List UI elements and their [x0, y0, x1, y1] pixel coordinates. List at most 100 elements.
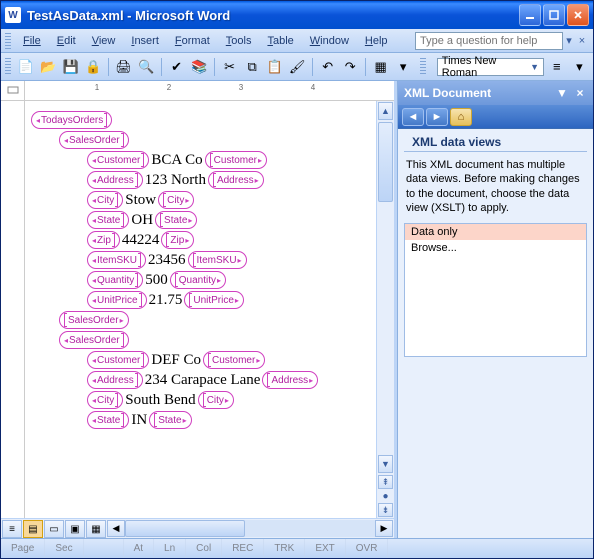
xml-tag-qty-close[interactable]: Quantity▸ [170, 271, 226, 289]
view-normal-icon[interactable]: ≡ [2, 520, 22, 538]
scroll-track[interactable] [378, 122, 393, 453]
spell-icon[interactable]: ✔ [167, 57, 187, 77]
new-doc-icon[interactable]: 📄 [16, 57, 36, 77]
view-web-icon[interactable]: ▤ [23, 520, 43, 538]
font-selector[interactable]: Times New Roman ▼ [437, 58, 544, 76]
xml-tag-price-close[interactable]: UnitPrice▸ [184, 291, 244, 309]
xml-tag-state-close[interactable]: State▸ [155, 211, 197, 229]
permission-icon[interactable]: 🔒 [83, 57, 103, 77]
minimize-button[interactable] [519, 4, 541, 26]
menu-tools[interactable]: Tools [218, 32, 260, 50]
menu-edit[interactable]: Edit [49, 32, 84, 50]
xml-tag-todaysorders[interactable]: ◂TodaysOrders [31, 111, 112, 129]
xml-tag-qty-open[interactable]: ◂Quantity [87, 271, 143, 289]
cut-icon[interactable]: ✂ [220, 57, 240, 77]
status-rec[interactable]: REC [222, 539, 264, 558]
toolbar-grip[interactable] [5, 58, 11, 76]
preview-icon[interactable]: 🔍 [136, 57, 156, 77]
xml-tag-address2-open[interactable]: ◂Address [87, 371, 143, 389]
xml-tag-address-open[interactable]: ◂Address [87, 171, 143, 189]
xml-tag-zip-open[interactable]: ◂Zip [87, 231, 120, 249]
xml-tag-sku-open[interactable]: ◂ItemSKU [87, 251, 146, 269]
xml-value-qty[interactable]: 500 [143, 272, 170, 289]
xml-tag-address-close[interactable]: Address▸ [208, 171, 264, 189]
nav-back-icon[interactable]: ◄ [402, 108, 424, 126]
help-search-input[interactable] [415, 32, 563, 50]
xml-value-address[interactable]: 123 North [143, 172, 208, 189]
xml-tag-state-open[interactable]: ◂State [87, 211, 129, 229]
xml-tag-customer-open[interactable]: ◂Customer [87, 151, 149, 169]
xml-tag-sku-close[interactable]: ItemSKU▸ [188, 251, 247, 269]
menu-format[interactable]: Format [167, 32, 218, 50]
xml-tag-price-open[interactable]: ◂UnitPrice [87, 291, 147, 309]
xml-tag-address2-close[interactable]: Address▸ [262, 371, 318, 389]
undo-icon[interactable]: ↶ [318, 57, 338, 77]
horizontal-scrollbar[interactable]: ◀ ▶ [107, 520, 393, 537]
xml-value-zip[interactable]: 44224 [120, 232, 162, 249]
data-view-option-browse[interactable]: Browse... [405, 240, 586, 256]
xml-tag-city-open[interactable]: ◂City [87, 191, 123, 209]
menu-table[interactable]: Table [259, 32, 301, 50]
menu-insert[interactable]: Insert [123, 32, 167, 50]
xml-value-city[interactable]: Stow [123, 192, 158, 209]
menu-view[interactable]: View [84, 32, 124, 50]
prev-page-icon[interactable]: ⇞ [378, 475, 393, 489]
xml-tag-salesorder-2[interactable]: ◂SalesOrder [59, 331, 129, 349]
maximize-button[interactable] [543, 4, 565, 26]
paste-icon[interactable]: 📋 [265, 57, 285, 77]
task-pane-close-icon[interactable]: × [573, 86, 587, 100]
menu-window[interactable]: Window [302, 32, 357, 50]
xml-value-state[interactable]: OH [129, 212, 155, 229]
xml-tag-salesorder[interactable]: ◂SalesOrder [59, 131, 129, 149]
status-trk[interactable]: TRK [264, 539, 305, 558]
scroll-up-icon[interactable]: ▲ [378, 102, 393, 120]
toolbar-grip-2[interactable] [420, 58, 426, 76]
print-icon[interactable]: 🖨 [114, 57, 134, 77]
open-icon[interactable]: 📂 [38, 57, 58, 77]
data-view-option-data-only[interactable]: Data only [405, 224, 586, 240]
vertical-scrollbar[interactable]: ▲ ▼ ⇞ ● ⇟ [376, 101, 394, 518]
scroll-right-icon[interactable]: ▶ [375, 520, 393, 537]
help-search-dropdown[interactable]: ▾ [563, 34, 575, 47]
xml-value-customer2[interactable]: DEF Co [149, 352, 203, 369]
hscroll-thumb[interactable] [125, 520, 245, 537]
data-view-list[interactable]: Data only Browse... [404, 223, 587, 357]
view-reading-icon[interactable]: ▦ [86, 520, 106, 538]
xml-tag-city2-open[interactable]: ◂City [87, 391, 123, 409]
xml-value-customer[interactable]: BCA Co [149, 152, 204, 169]
xml-tag-city2-close[interactable]: City▸ [198, 391, 234, 409]
nav-forward-icon[interactable]: ► [426, 108, 448, 126]
view-print-icon[interactable]: ▭ [44, 520, 64, 538]
document-content[interactable]: ◂TodaysOrders ◂SalesOrder ◂CustomerBCA C… [25, 101, 376, 518]
xml-tag-salesorder-close[interactable]: SalesOrder▸ [59, 311, 129, 329]
toolbar-options-icon[interactable]: ▾ [393, 57, 413, 77]
task-pane-dropdown-icon[interactable]: ▼ [555, 86, 569, 100]
menu-grip[interactable] [5, 33, 11, 49]
xml-value-city2[interactable]: South Bend [123, 392, 197, 409]
next-page-icon[interactable]: ⇟ [378, 503, 393, 517]
redo-icon[interactable]: ↷ [340, 57, 360, 77]
menu-file[interactable]: File [15, 32, 49, 50]
xml-value-address2[interactable]: 234 Carapace Lane [143, 372, 263, 389]
table-icon[interactable]: ▦ [371, 57, 391, 77]
xml-tag-state2-close[interactable]: State▸ [149, 411, 191, 429]
xml-tag-state2-open[interactable]: ◂State [87, 411, 129, 429]
scroll-down-icon[interactable]: ▼ [378, 455, 393, 473]
menu-help[interactable]: Help [357, 32, 396, 50]
menubar-close-icon[interactable]: × [575, 35, 589, 47]
save-icon[interactable]: 💾 [61, 57, 81, 77]
xml-tag-customer2-open[interactable]: ◂Customer [87, 351, 149, 369]
browse-object-icon[interactable]: ● [377, 490, 394, 502]
scroll-left-icon[interactable]: ◀ [107, 520, 125, 537]
scroll-thumb[interactable] [378, 122, 393, 202]
vertical-ruler[interactable] [1, 101, 25, 518]
view-outline-icon[interactable]: ▣ [65, 520, 85, 538]
xml-tag-zip-close[interactable]: Zip▸ [161, 231, 194, 249]
nav-home-icon[interactable]: ⌂ [450, 108, 472, 126]
close-button[interactable] [567, 4, 589, 26]
copy-icon[interactable]: ⧉ [242, 57, 262, 77]
bullets-icon[interactable]: ≡ [547, 57, 567, 77]
xml-value-price[interactable]: 21.75 [147, 292, 185, 309]
horizontal-ruler[interactable]: 1 2 3 4 [25, 81, 394, 100]
status-ovr[interactable]: OVR [346, 539, 389, 558]
